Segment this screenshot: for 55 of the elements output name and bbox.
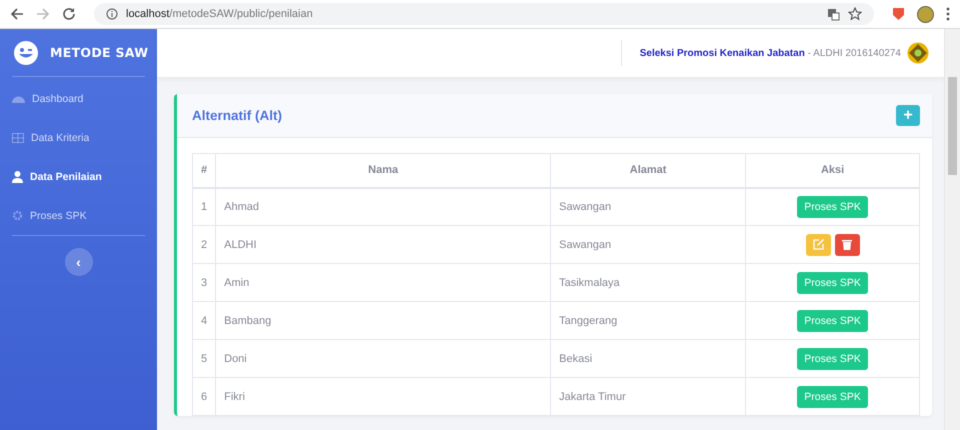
smiley-icon — [14, 40, 38, 64]
emblem-icon — [907, 42, 929, 64]
shield-icon[interactable] — [892, 7, 905, 21]
column-header: Nama — [216, 154, 551, 188]
process-button[interactable]: Proses SPK — [797, 272, 868, 294]
user-icon — [12, 170, 23, 182]
table-icon — [12, 132, 24, 142]
table-cell: 2 — [192, 226, 216, 264]
scrollbar[interactable] — [944, 29, 960, 430]
edit-icon — [812, 239, 824, 250]
trash-icon — [842, 239, 852, 250]
topbar-title: Seleksi Promosi Kenaikan Jabatan - ALDHI 2016140274 — [640, 48, 901, 58]
star-icon[interactable] — [848, 7, 862, 21]
brand-name: METODE SAW — [50, 45, 148, 60]
delete-button[interactable] — [834, 234, 860, 256]
card-title: Alternatif (Alt) — [192, 108, 282, 123]
table-cell: Bekasi — [550, 340, 746, 378]
reload-icon[interactable] — [62, 7, 76, 21]
process-button[interactable]: Proses SPK — [797, 348, 868, 370]
avatar-icon[interactable] — [917, 6, 934, 22]
table-cell: Sawangan — [550, 226, 746, 264]
table-cell: ALDHI — [216, 226, 551, 264]
table-cell: Sawangan — [550, 188, 746, 226]
translate-icon[interactable] — [827, 8, 840, 20]
url-text: localhost/metodeSAW/public/penilaian — [126, 8, 313, 20]
process-button[interactable]: Proses SPK — [797, 310, 868, 332]
table-cell: Fikri — [216, 378, 551, 416]
process-button[interactable]: Proses SPK — [797, 386, 868, 408]
sidebar-item[interactable]: Proses SPK — [0, 196, 157, 235]
table-cell: Tasikmalaya — [550, 264, 746, 302]
back-icon[interactable] — [10, 7, 24, 21]
table-cell: 6 — [192, 378, 216, 416]
table-cell: 3 — [192, 264, 216, 302]
table-cell: Ahmad — [216, 188, 551, 226]
add-button[interactable]: + — [896, 105, 920, 126]
table-cell: Jakarta Timur — [550, 378, 746, 416]
column-header: Aksi — [746, 154, 920, 188]
table-cell: Doni — [216, 340, 551, 378]
sidebar-item[interactable]: Dashboard — [0, 79, 157, 118]
sidebar-item[interactable]: Data Kriteria — [0, 118, 157, 157]
info-icon — [106, 8, 118, 20]
menu-icon[interactable] — [946, 7, 950, 21]
sidebar-item[interactable]: Data Penilaian — [0, 157, 157, 196]
table-cell: 1 — [192, 188, 216, 226]
table-cell: Tanggerang — [550, 302, 746, 340]
process-button[interactable]: Proses SPK — [797, 196, 868, 218]
column-header: Alamat — [550, 154, 746, 188]
table-cell: 4 — [192, 302, 216, 340]
table-cell: Bambang — [216, 302, 551, 340]
table-cell: Amin — [216, 264, 551, 302]
table-cell: 5 — [192, 340, 216, 378]
gear-icon — [12, 210, 23, 221]
address-bar[interactable]: localhost/metodeSAW/public/penilaian — [94, 3, 874, 25]
sidebar-toggle-button[interactable]: ‹ — [64, 248, 92, 276]
column-header: # — [192, 154, 216, 188]
